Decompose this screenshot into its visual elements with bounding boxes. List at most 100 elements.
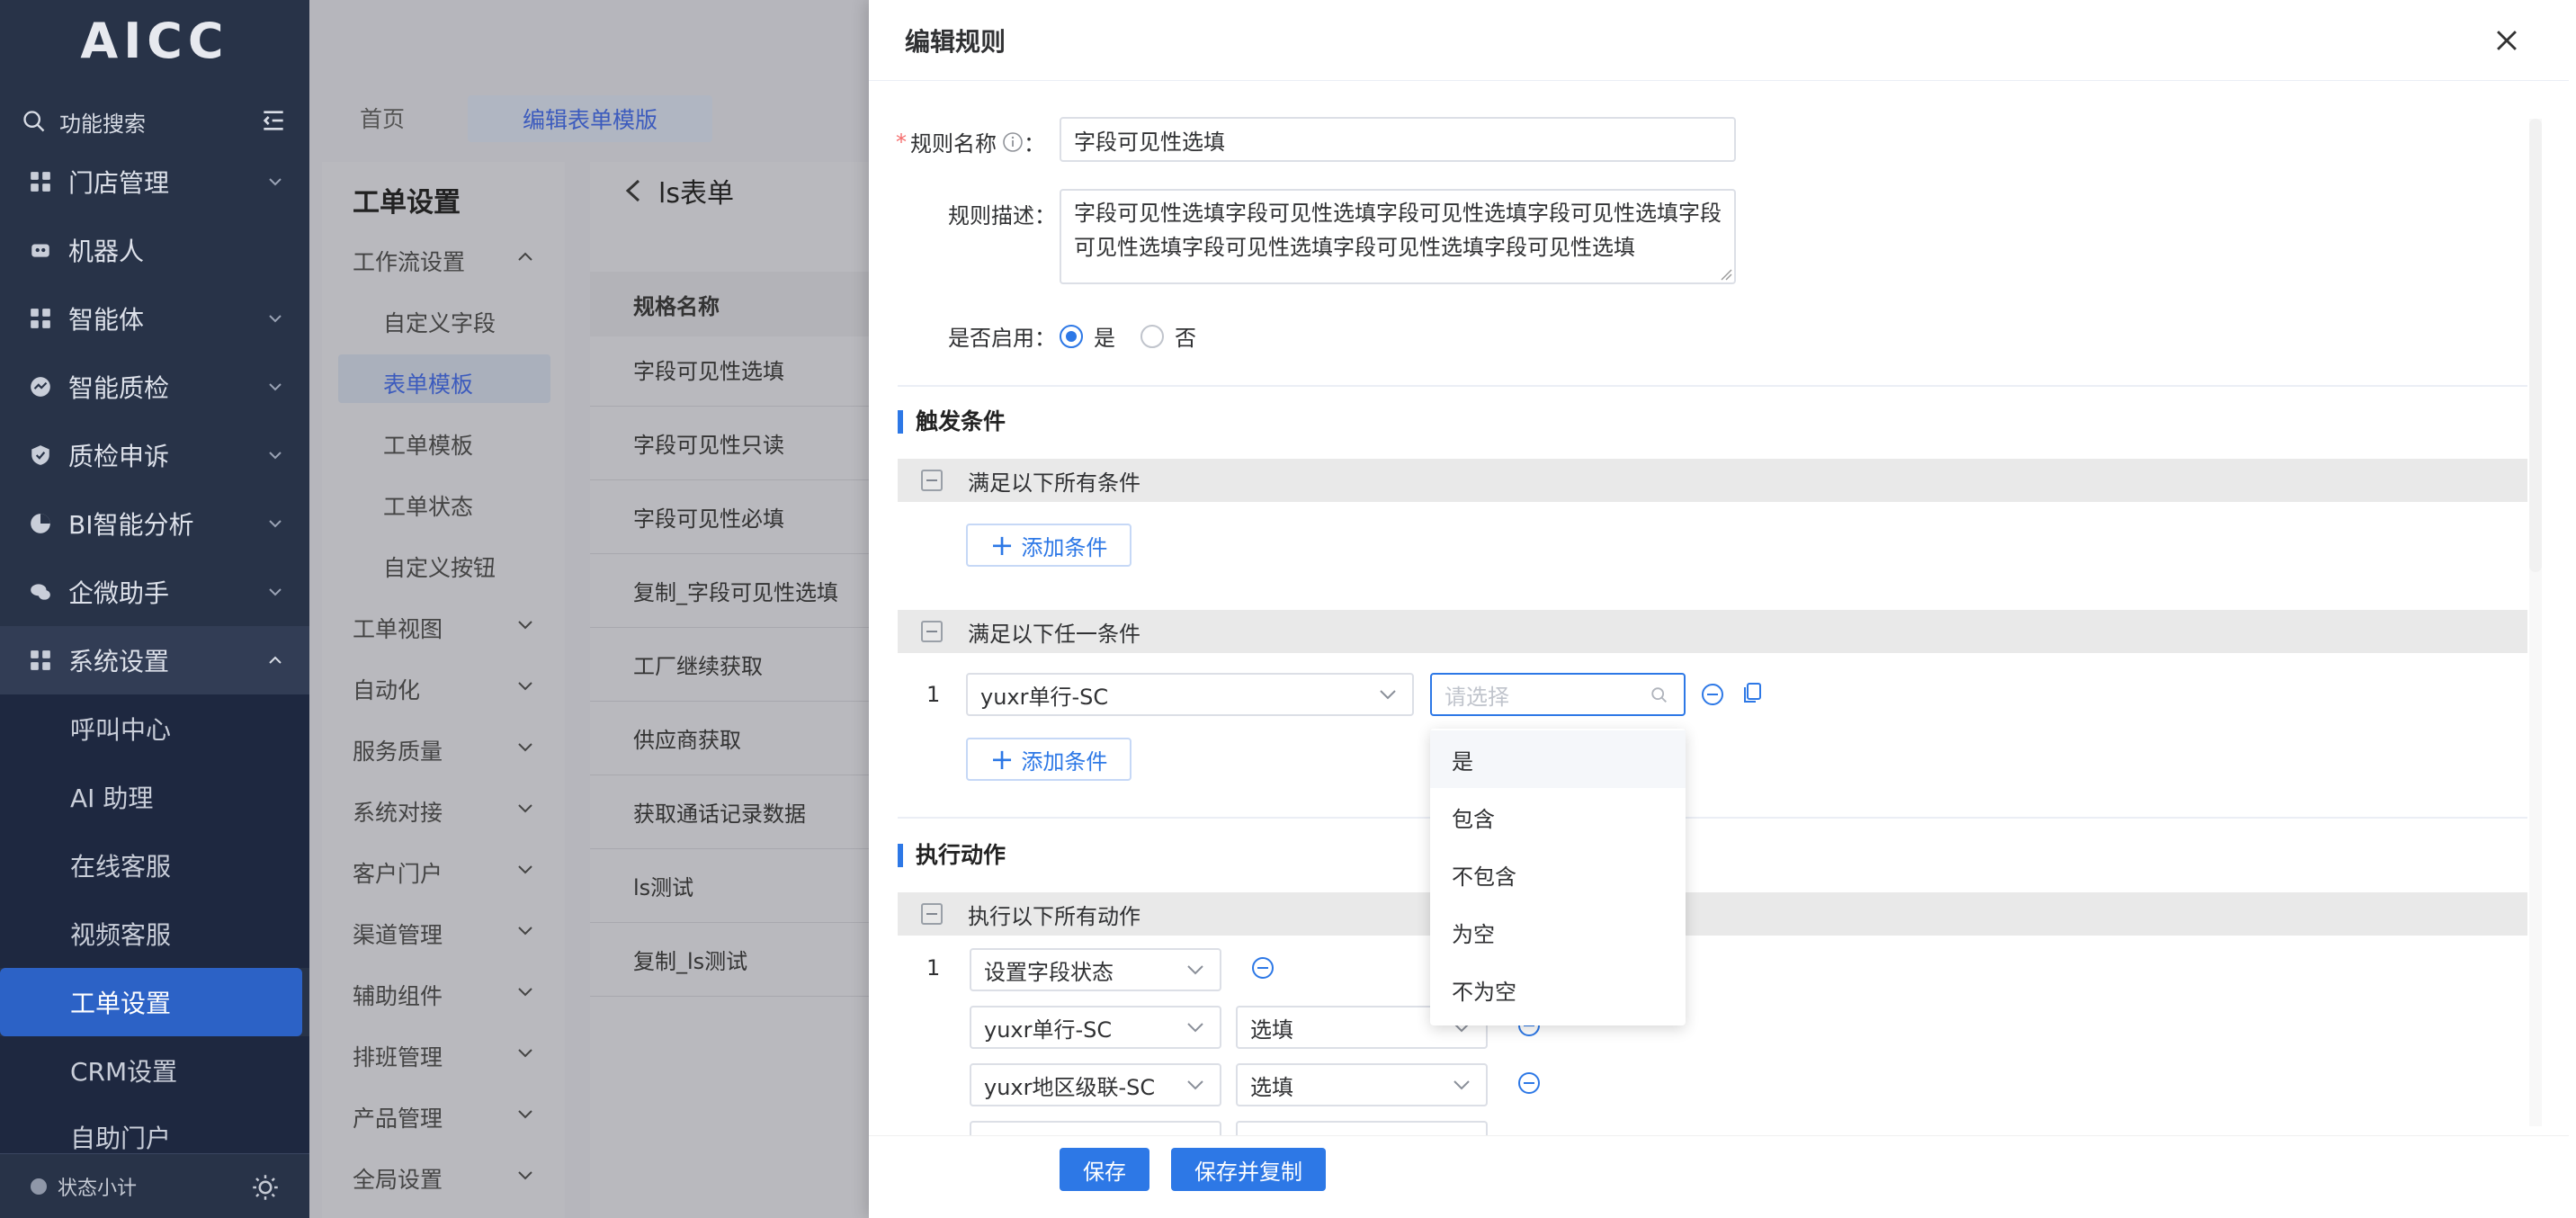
copy-icon[interactable] <box>1740 680 1765 705</box>
button-label: 添加条件 <box>1021 748 1108 775</box>
nav-item-bi[interactable]: BI智能分析 <box>0 489 309 558</box>
remove-circle-icon[interactable] <box>1250 955 1275 981</box>
condition-field-select[interactable]: yuxr单行-SC <box>966 673 1414 716</box>
nav-item-appeal[interactable]: 质检申诉 <box>0 421 309 489</box>
collapse-menu-icon[interactable] <box>259 106 288 135</box>
action-type-select[interactable]: 设置字段状态 <box>970 948 1221 991</box>
settings-form-template[interactable]: 表单模板 <box>383 367 473 399</box>
add-condition-button[interactable]: + 添加条件 <box>966 738 1131 781</box>
nav-sub-call-center[interactable]: 呼叫中心 <box>0 694 309 763</box>
enabled-yes-radio[interactable]: 是 <box>1060 320 1115 352</box>
nav-search[interactable]: 功能搜索 <box>22 101 288 142</box>
settings-group-product[interactable]: 产品管理 <box>353 1101 443 1133</box>
enabled-no-radio[interactable]: 否 <box>1140 320 1196 352</box>
search-icon <box>23 111 45 132</box>
nav-item-store[interactable]: 门店管理 <box>0 148 309 216</box>
settings-ticket-template[interactable]: 工单模板 <box>383 428 473 461</box>
nav-sub-ticket-settings[interactable]: 工单设置 <box>0 968 302 1036</box>
remove-circle-icon[interactable] <box>1700 682 1725 707</box>
list-item[interactable]: 字段可见性选填 <box>590 333 869 407</box>
dropdown-option-contains[interactable]: 包含 <box>1430 788 1686 846</box>
dropdown-option-not-contains[interactable]: 不包含 <box>1430 846 1686 903</box>
settings-custom-buttons[interactable]: 自定义按钮 <box>383 551 496 583</box>
theme-sun-icon[interactable] <box>252 1174 279 1201</box>
action-field-select[interactable]: yuxr地区级联-SC <box>970 1063 1221 1106</box>
chevron-down-icon <box>269 178 282 186</box>
settings-group-scheduling[interactable]: 排班管理 <box>353 1040 443 1072</box>
nav-item-system[interactable]: 系统设置 <box>0 626 309 694</box>
nav-item-agent[interactable]: 智能体 <box>0 284 309 353</box>
action-state-select[interactable]: 选填 <box>1236 1063 1488 1106</box>
list-item[interactable]: 复制_字段可见性选填 <box>590 554 869 628</box>
list-item[interactable]: 供应商获取 <box>590 702 869 775</box>
close-icon[interactable] <box>2491 25 2522 56</box>
nav-item-quality[interactable]: 智能质检 <box>0 353 309 421</box>
radio-label: 否 <box>1175 326 1196 351</box>
settings-group-service-quality[interactable]: 服务质量 <box>353 734 443 766</box>
list-item[interactable]: 工厂继续获取 <box>590 628 869 702</box>
button-label: 添加条件 <box>1021 534 1108 560</box>
list-header: ls表单 <box>590 162 869 219</box>
list-item[interactable]: 复制_ls测试 <box>590 923 869 997</box>
settings-group-global[interactable]: 全局设置 <box>353 1162 443 1195</box>
rule-desc-label: 规则描述： <box>948 203 1056 228</box>
list-item[interactable]: 字段可见性必填 <box>590 480 869 554</box>
nav-sub-video-service[interactable]: 视频客服 <box>0 900 309 968</box>
nav-sub-online-service[interactable]: 在线客服 <box>0 831 309 900</box>
add-condition-button[interactable]: + 添加条件 <box>966 524 1131 567</box>
list-item[interactable]: 获取通话记录数据 <box>590 775 869 849</box>
action-field-select[interactable]: yuxr单行-SC <box>970 1006 1221 1049</box>
status-summary-label[interactable]: 状态小计 <box>58 1172 137 1201</box>
settings-group-system-integration[interactable]: 系统对接 <box>353 795 443 828</box>
save-button[interactable]: 保存 <box>1060 1148 1149 1191</box>
divider <box>898 817 2527 819</box>
collapse-square-icon[interactable] <box>921 470 943 491</box>
settings-group-channel[interactable]: 渠道管理 <box>353 918 443 950</box>
tab-home[interactable]: 首页 <box>360 95 405 140</box>
settings-group-ticket-view[interactable]: 工单视图 <box>353 612 443 644</box>
save-and-copy-button[interactable]: 保存并复制 <box>1171 1148 1326 1191</box>
list-column-header: 规格名称 <box>590 272 869 336</box>
dropdown-option-is[interactable]: 是 <box>1430 730 1686 788</box>
nav-sub-ai-assistant[interactable]: AI 助理 <box>0 763 309 831</box>
remove-circle-icon[interactable] <box>1516 1070 1542 1096</box>
rule-desc-textarea[interactable]: 字段可见性选填字段可见性选填字段可见性选填字段可见性选填字段可见性选填字段可见性… <box>1060 189 1736 284</box>
dropdown-option-empty[interactable]: 为空 <box>1430 903 1686 961</box>
nav-item-label: 智能质检 <box>68 373 170 403</box>
plus-icon: + <box>989 528 1015 562</box>
settings-custom-fields[interactable]: 自定义字段 <box>383 306 496 338</box>
nav-sub-crm-settings[interactable]: CRM设置 <box>0 1036 309 1105</box>
settings-group-customer-portal[interactable]: 客户门户 <box>353 856 443 889</box>
nav-item-wecom[interactable]: 企微助手 <box>0 558 309 626</box>
chevron-down-icon <box>518 1171 532 1180</box>
resize-handle-icon[interactable] <box>1720 268 1732 281</box>
condition-operator-select[interactable]: 请选择 <box>1430 673 1686 716</box>
chevron-down-icon <box>518 682 532 691</box>
nav-item-label: 质检申诉 <box>68 442 170 471</box>
nav-item-robot[interactable]: 机器人 <box>0 216 309 284</box>
nav-item-label: BI智能分析 <box>68 510 194 540</box>
info-icon[interactable] <box>1002 131 1024 153</box>
list-item[interactable]: ls测试 <box>590 849 869 923</box>
nav-sub-self-service[interactable]: 自助门户 <box>0 1105 309 1153</box>
shield-icon <box>27 442 54 469</box>
group-label: 满足以下所有条件 <box>968 470 1140 496</box>
select-value: yuxr地区级联-SC <box>984 1074 1156 1100</box>
settings-group-aux-components[interactable]: 辅助组件 <box>353 979 443 1011</box>
back-arrow-icon[interactable] <box>622 177 644 204</box>
all-actions-group: 执行以下所有动作 <box>898 892 2527 936</box>
dropdown-option-not-empty[interactable]: 不为空 <box>1430 961 1686 1018</box>
nav-item-label: 智能体 <box>68 305 145 335</box>
settings-ticket-status[interactable]: 工单状态 <box>383 489 473 522</box>
tab-edit-template[interactable]: 编辑表单模版 <box>468 95 712 142</box>
settings-group-automation[interactable]: 自动化 <box>353 673 420 705</box>
rule-name-input[interactable]: 字段可见性选填 <box>1060 117 1736 162</box>
list-item[interactable]: 字段可见性只读 <box>590 407 869 480</box>
scrollbar[interactable] <box>2529 119 2542 572</box>
collapse-square-icon[interactable] <box>921 621 943 642</box>
collapse-square-icon[interactable] <box>921 903 943 925</box>
workflow-settings[interactable]: 工作流设置 <box>353 245 465 277</box>
chevron-up-icon <box>269 656 282 664</box>
group-label: 满足以下任一条件 <box>968 621 1140 647</box>
chevron-down-icon <box>1187 1023 1203 1033</box>
